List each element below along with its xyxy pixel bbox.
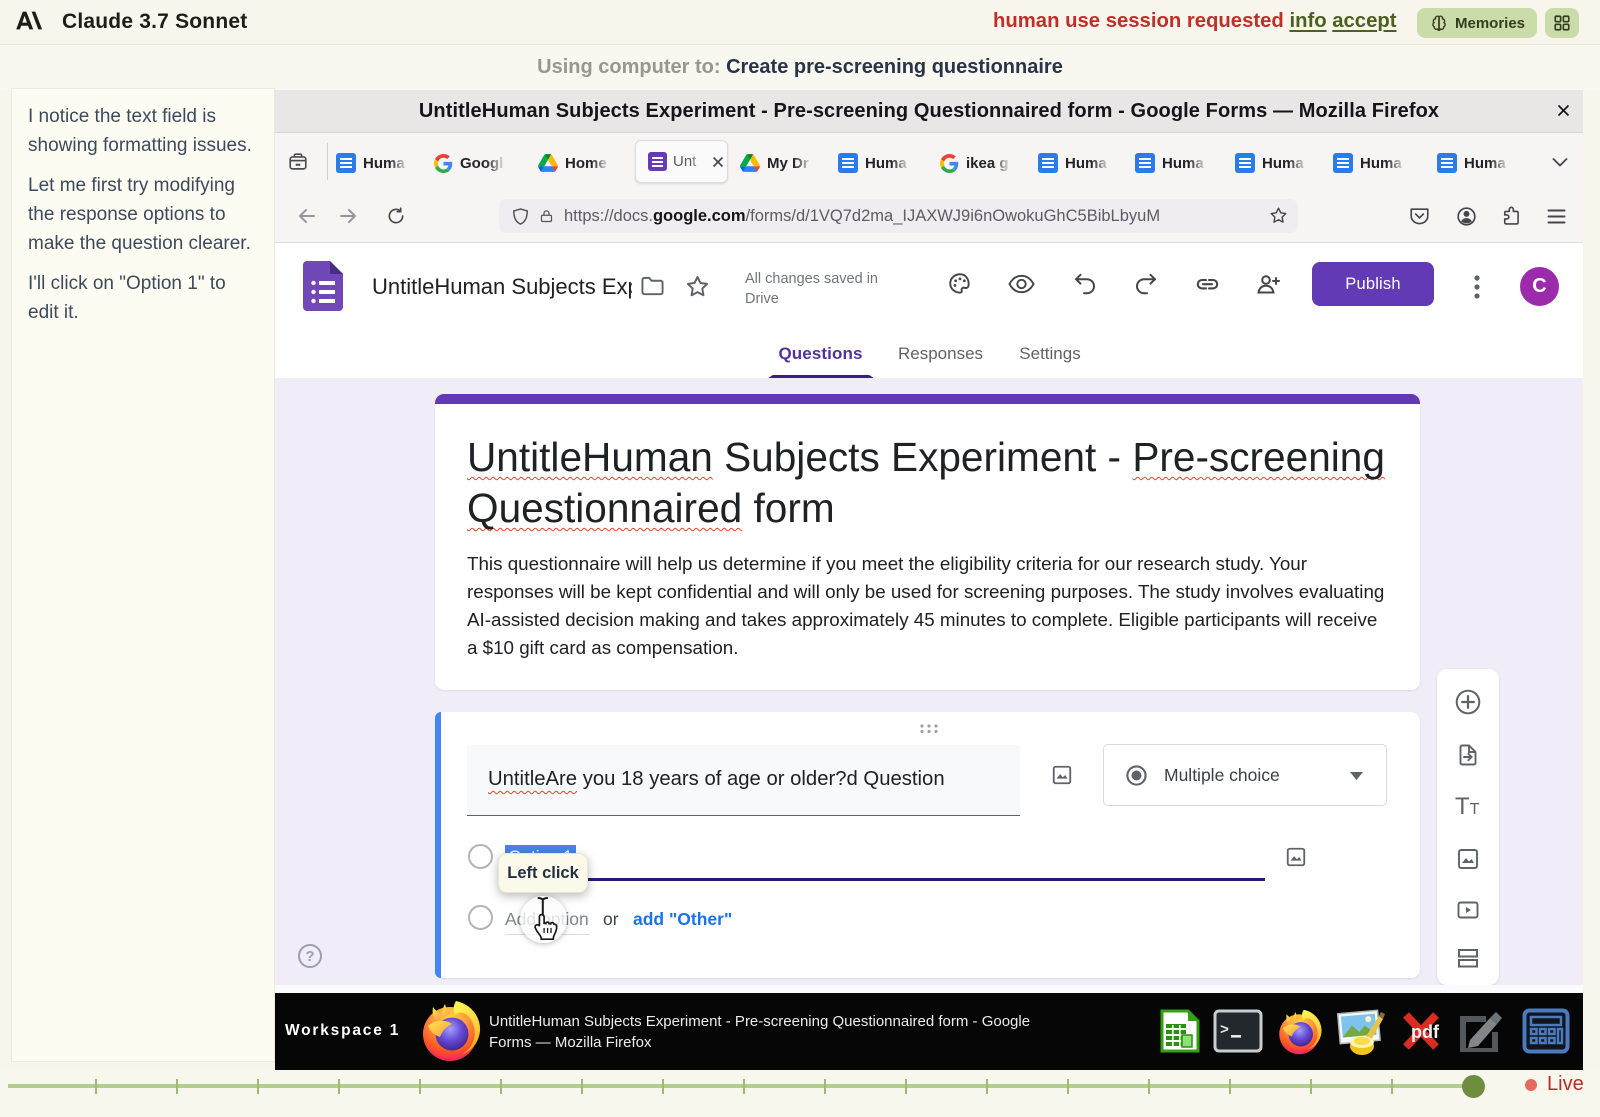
- svg-text:>: >: [1220, 1022, 1229, 1039]
- svg-text:pdf: pdf: [1411, 1022, 1440, 1042]
